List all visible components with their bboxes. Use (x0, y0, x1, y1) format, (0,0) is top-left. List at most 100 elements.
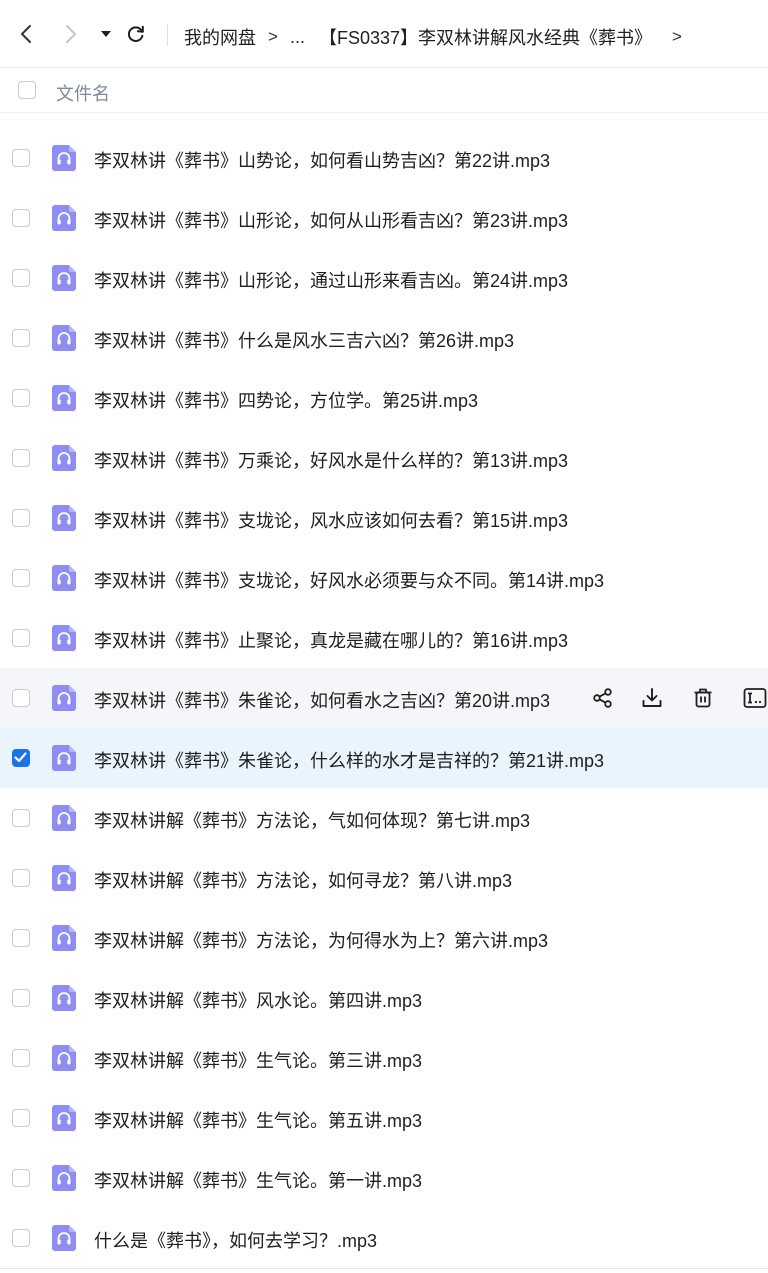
file-row-checkbox[interactable] (12, 449, 30, 467)
audio-file-icon (52, 625, 76, 651)
file-row[interactable]: 李双林讲解《葬书》生气论。第三讲.mp3 (0, 1028, 768, 1088)
file-row[interactable]: 李双林讲《葬书》支垅论，好风水必须要与众不同。第14讲.mp3 (0, 548, 768, 608)
file-name[interactable]: 李双林讲《葬书》止聚论，真龙是藏在哪儿的？第16讲.mp3 (94, 627, 568, 653)
refresh-button[interactable] (126, 24, 146, 44)
rename-icon (743, 687, 767, 709)
delete-icon (692, 687, 714, 709)
file-row[interactable]: 什么是《葬书》，如何去学习？.mp3 (0, 1208, 768, 1268)
file-row-checkbox[interactable] (12, 1229, 30, 1247)
file-row[interactable]: 李双林讲《葬书》山势论，如何看山势吉凶？第22讲.mp3 (0, 128, 768, 188)
checkmark-icon (14, 752, 27, 763)
file-name[interactable]: 李双林讲解《葬书》生气论。第一讲.mp3 (94, 1167, 422, 1193)
file-name[interactable]: 李双林讲解《葬书》方法论，气如何体现？第七讲.mp3 (94, 807, 530, 833)
file-row-checkbox[interactable] (12, 269, 30, 287)
file-name[interactable]: 李双林讲《葬书》支垅论，好风水必须要与众不同。第14讲.mp3 (94, 567, 604, 593)
audio-file-icon (52, 685, 76, 711)
file-name[interactable]: 李双林讲解《葬书》方法论，如何寻龙？第八讲.mp3 (94, 867, 512, 893)
file-name[interactable]: 李双林讲解《葬书》生气论。第三讲.mp3 (94, 1047, 422, 1073)
audio-file-icon (52, 265, 76, 291)
file-row-checkbox[interactable] (12, 209, 30, 227)
file-row[interactable]: 李双林讲《葬书》万乘论，好风水是什么样的？第13讲.mp3 (0, 428, 768, 488)
file-row-checkbox[interactable] (12, 389, 30, 407)
audio-file-icon (52, 205, 76, 231)
back-button[interactable] (16, 24, 36, 44)
file-row[interactable]: 李双林讲《葬书》山形论，通过山形来看吉凶。第24讲.mp3 (0, 248, 768, 308)
file-row[interactable]: 李双林讲《葬书》朱雀论，什么样的水才是吉祥的？第21讲.mp3 (0, 728, 768, 788)
audio-file-icon (52, 1045, 76, 1071)
breadcrumb-ellipsis[interactable]: ... (290, 27, 305, 48)
file-row[interactable]: 李双林讲解《葬书》生气论。第一讲.mp3 (0, 1148, 768, 1208)
filename-column-header[interactable]: 文件名 (56, 80, 110, 106)
caret-down-icon (101, 31, 111, 37)
file-list-header: 文件名 (0, 69, 768, 113)
file-row[interactable]: 李双林讲《葬书》支垅论，风水应该如何去看？第15讲.mp3 (0, 488, 768, 548)
forward-button[interactable] (61, 24, 81, 44)
file-row-checkbox[interactable] (12, 569, 30, 587)
download-icon (641, 687, 663, 709)
audio-file-icon (52, 325, 76, 351)
breadcrumb-root[interactable]: 我的网盘 (184, 24, 256, 50)
audio-file-icon (52, 145, 76, 171)
file-row[interactable]: 李双林讲解《葬书》方法论，如何寻龙？第八讲.mp3 (0, 848, 768, 908)
file-row-checkbox[interactable] (12, 1109, 30, 1127)
audio-file-icon (52, 505, 76, 531)
share-icon (592, 687, 614, 709)
history-dropdown-button[interactable] (96, 24, 116, 44)
file-name[interactable]: 李双林讲《葬书》朱雀论，如何看水之吉凶？第20讲.mp3 (94, 687, 550, 713)
file-row-checkbox[interactable] (12, 749, 30, 767)
audio-file-icon (52, 865, 76, 891)
share-button[interactable] (590, 685, 616, 711)
file-name[interactable]: 什么是《葬书》，如何去学习？.mp3 (94, 1227, 377, 1253)
file-row[interactable]: 李双林讲《葬书》朱雀论，如何看水之吉凶？第20讲.mp3 (0, 668, 768, 728)
file-row[interactable]: 李双林讲《葬书》四势论，方位学。第25讲.mp3 (0, 368, 768, 428)
file-row-checkbox[interactable] (12, 509, 30, 527)
file-name[interactable]: 李双林讲解《葬书》生气论。第五讲.mp3 (94, 1107, 422, 1133)
file-name[interactable]: 李双林讲《葬书》四势论，方位学。第25讲.mp3 (94, 387, 478, 413)
breadcrumb-expand-separator[interactable]: > (672, 27, 682, 47)
file-row-checkbox[interactable] (12, 329, 30, 347)
top-navigation-bar: 我的网盘 > ... 【FS0337】李双林讲解风水经典《葬书》 > (0, 0, 768, 68)
toolbar-divider (167, 24, 168, 46)
breadcrumb-current-folder[interactable]: 【FS0337】李双林讲解风水经典《葬书》 (319, 24, 652, 50)
list-bottom-divider (0, 1268, 768, 1269)
file-row-checkbox[interactable] (12, 809, 30, 827)
audio-file-icon (52, 1105, 76, 1131)
audio-file-icon (52, 805, 76, 831)
audio-file-icon (52, 745, 76, 771)
file-row[interactable]: 李双林讲《葬书》山形论，如何从山形看吉凶？第23讲.mp3 (0, 188, 768, 248)
file-row-checkbox[interactable] (12, 1049, 30, 1067)
download-button[interactable] (639, 685, 665, 711)
file-list: 李双林讲《葬书》山势论，如何看山势吉凶？第22讲.mp3 李双林讲《葬书》山形论，… (0, 128, 768, 1268)
audio-file-icon (52, 385, 76, 411)
file-name[interactable]: 李双林讲解《葬书》风水论。第四讲.mp3 (94, 987, 422, 1013)
file-row-checkbox[interactable] (12, 929, 30, 947)
file-row-checkbox[interactable] (12, 1169, 30, 1187)
file-name[interactable]: 李双林讲《葬书》什么是风水三吉六凶？第26讲.mp3 (94, 327, 514, 353)
audio-file-icon (52, 565, 76, 591)
file-row[interactable]: 李双林讲《葬书》什么是风水三吉六凶？第26讲.mp3 (0, 308, 768, 368)
file-row-checkbox[interactable] (12, 629, 30, 647)
file-name[interactable]: 李双林讲解《葬书》方法论，为何得水为上？第六讲.mp3 (94, 927, 548, 953)
file-row-checkbox[interactable] (12, 869, 30, 887)
file-row[interactable]: 李双林讲解《葬书》风水论。第四讲.mp3 (0, 968, 768, 1028)
file-name[interactable]: 李双林讲《葬书》山形论，通过山形来看吉凶。第24讲.mp3 (94, 267, 568, 293)
delete-button[interactable] (690, 685, 716, 711)
file-row[interactable]: 李双林讲解《葬书》方法论，为何得水为上？第六讲.mp3 (0, 908, 768, 968)
file-name[interactable]: 李双林讲《葬书》支垅论，风水应该如何去看？第15讲.mp3 (94, 507, 568, 533)
file-row[interactable]: 李双林讲《葬书》止聚论，真龙是藏在哪儿的？第16讲.mp3 (0, 608, 768, 668)
file-row[interactable]: 李双林讲解《葬书》生气论。第五讲.mp3 (0, 1088, 768, 1148)
file-name[interactable]: 李双林讲《葬书》山势论，如何看山势吉凶？第22讲.mp3 (94, 147, 550, 173)
file-row-checkbox[interactable] (12, 149, 30, 167)
file-row[interactable]: 李双林讲解《葬书》方法论，气如何体现？第七讲.mp3 (0, 788, 768, 848)
select-all-checkbox[interactable] (18, 81, 36, 99)
file-name[interactable]: 李双林讲《葬书》山形论，如何从山形看吉凶？第23讲.mp3 (94, 207, 568, 233)
file-row-checkbox[interactable] (12, 989, 30, 1007)
audio-file-icon (52, 925, 76, 951)
audio-file-icon (52, 1225, 76, 1251)
audio-file-icon (52, 1165, 76, 1191)
rename-button[interactable] (742, 685, 768, 711)
chevron-right-icon (66, 25, 76, 43)
file-name[interactable]: 李双林讲《葬书》朱雀论，什么样的水才是吉祥的？第21讲.mp3 (94, 747, 604, 773)
file-name[interactable]: 李双林讲《葬书》万乘论，好风水是什么样的？第13讲.mp3 (94, 447, 568, 473)
file-row-checkbox[interactable] (12, 689, 30, 707)
